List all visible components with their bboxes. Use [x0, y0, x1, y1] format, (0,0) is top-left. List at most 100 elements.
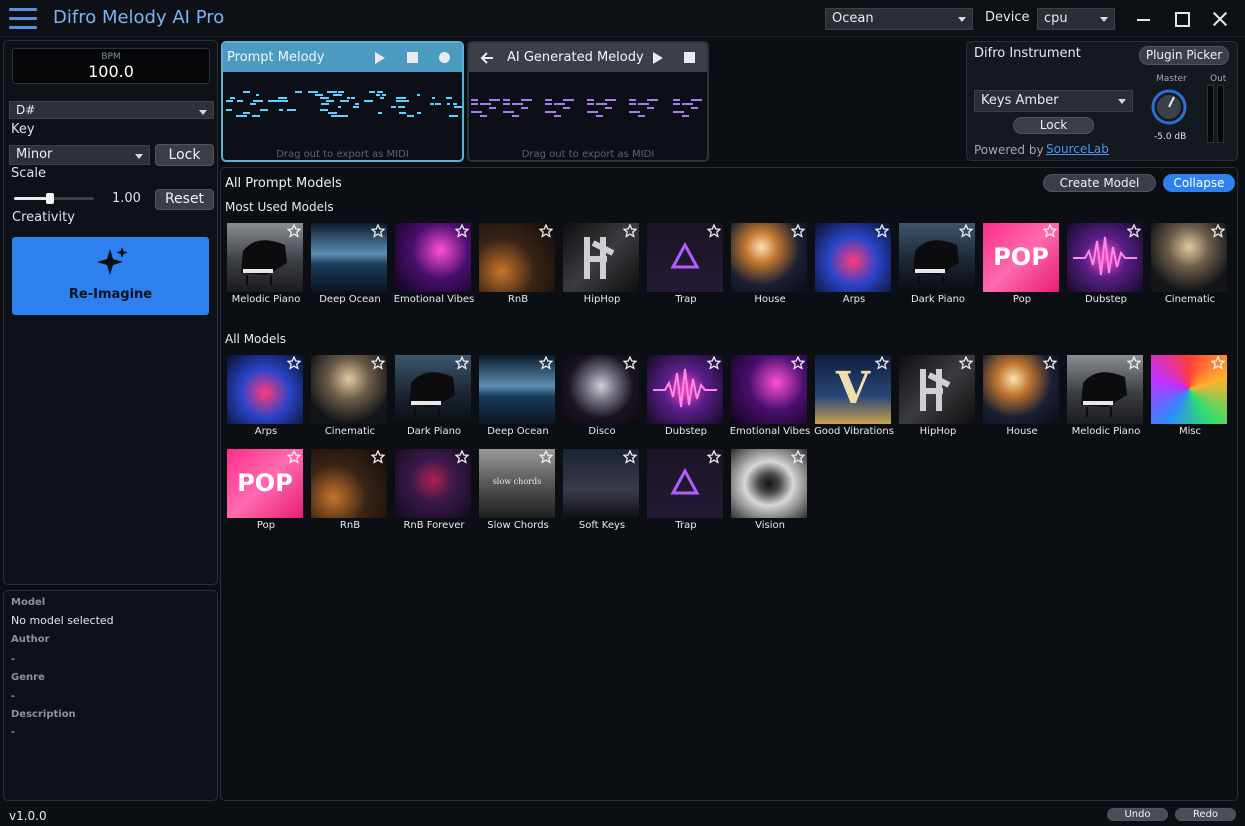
plugin-picker-button[interactable]: Plugin Picker — [1139, 46, 1229, 65]
model-tile[interactable]: Arps — [227, 355, 305, 443]
model-tile[interactable]: Emotional Vibes — [394, 223, 474, 311]
model-tile[interactable]: Dark Piano — [899, 223, 977, 311]
model-tile[interactable]: Deep Ocean — [311, 223, 389, 311]
stop-icon[interactable] — [684, 52, 695, 63]
favorite-star-icon[interactable] — [455, 356, 469, 370]
model-tile[interactable]: HipHop — [899, 355, 977, 443]
key-select[interactable]: D# — [9, 101, 214, 119]
hamburger-menu-icon[interactable] — [9, 8, 37, 30]
model-tile[interactable]: Emotional Vibes — [730, 355, 810, 443]
lock-scale-button[interactable]: Lock — [155, 144, 214, 166]
ai-piano-roll[interactable] — [471, 77, 705, 143]
prompt-melody-panel[interactable]: Prompt Melody Drag out to export as MIDI — [221, 41, 464, 162]
model-tile[interactable]: POP Pop — [983, 223, 1061, 311]
ai-melody-panel[interactable]: AI Generated Melody Drag out to export a… — [467, 41, 709, 162]
favorite-star-icon[interactable] — [1211, 224, 1225, 238]
favorite-star-icon[interactable] — [791, 356, 805, 370]
model-tile[interactable]: RnB — [479, 223, 557, 311]
sourcelab-link[interactable]: SourceLab — [1046, 142, 1109, 156]
midi-note — [243, 115, 247, 117]
instrument-preset-select[interactable]: Keys Amber — [974, 90, 1133, 112]
favorite-star-icon[interactable] — [791, 224, 805, 238]
model-thumbnail — [647, 355, 723, 424]
midi-note — [320, 97, 329, 99]
model-tile[interactable]: House — [983, 355, 1061, 443]
bpm-field[interactable]: BPM 100.0 — [12, 48, 210, 84]
model-tile[interactable]: Deep Ocean — [479, 355, 557, 443]
favorite-star-icon[interactable] — [623, 450, 637, 464]
redo-button[interactable]: Redo — [1175, 808, 1236, 821]
favorite-star-icon[interactable] — [623, 356, 637, 370]
favorite-star-icon[interactable] — [539, 224, 553, 238]
play-icon[interactable] — [653, 52, 663, 64]
model-tile[interactable]: POP Pop — [227, 449, 305, 537]
favorite-star-icon[interactable] — [455, 224, 469, 238]
collapse-button[interactable]: Collapse — [1163, 174, 1235, 192]
model-tile[interactable]: Vision — [731, 449, 809, 537]
model-tile[interactable]: Arps — [815, 223, 893, 311]
model-tile[interactable]: Dubstep — [647, 355, 725, 443]
model-tile[interactable]: RnB Forever — [395, 449, 473, 537]
close-window-icon[interactable] — [1209, 8, 1231, 30]
favorite-star-icon[interactable] — [1043, 356, 1057, 370]
favorite-star-icon[interactable] — [707, 224, 721, 238]
prompt-piano-roll[interactable] — [225, 77, 462, 143]
model-tile[interactable]: Misc — [1151, 355, 1229, 443]
model-thumbnail — [1067, 223, 1143, 292]
model-tile[interactable]: HipHop — [563, 223, 641, 311]
theme-select[interactable]: Ocean — [825, 8, 973, 30]
model-tile[interactable]: V Good Vibrations — [814, 355, 894, 443]
undo-button[interactable]: Undo — [1107, 808, 1168, 821]
minimize-window-icon[interactable] — [1133, 8, 1155, 30]
slider-thumb[interactable] — [46, 193, 54, 204]
favorite-star-icon[interactable] — [539, 450, 553, 464]
creativity-slider[interactable] — [14, 192, 94, 204]
midi-note — [417, 94, 420, 96]
favorite-star-icon[interactable] — [1211, 356, 1225, 370]
device-select[interactable]: cpu — [1037, 8, 1115, 30]
maximize-window-icon[interactable] — [1171, 8, 1193, 30]
favorite-star-icon[interactable] — [623, 224, 637, 238]
model-tile[interactable]: slow chords Slow Chords — [479, 449, 557, 537]
favorite-star-icon[interactable] — [539, 356, 553, 370]
model-tile[interactable]: Soft Keys — [563, 449, 641, 537]
model-tile[interactable]: Cinematic — [311, 355, 389, 443]
model-tile[interactable]: Dubstep — [1067, 223, 1145, 311]
play-icon[interactable] — [375, 52, 385, 64]
favorite-star-icon[interactable] — [875, 224, 889, 238]
model-tile[interactable]: Melodic Piano — [1067, 355, 1145, 443]
model-tile[interactable]: Disco — [563, 355, 641, 443]
model-tile[interactable]: Trap — [647, 223, 725, 311]
reimagine-button[interactable]: Re-Imagine — [12, 237, 209, 315]
favorite-star-icon[interactable] — [287, 224, 301, 238]
stop-icon[interactable] — [407, 52, 418, 63]
favorite-star-icon[interactable] — [791, 450, 805, 464]
model-tile[interactable]: RnB — [311, 449, 389, 537]
favorite-star-icon[interactable] — [1127, 356, 1141, 370]
favorite-star-icon[interactable] — [1127, 224, 1141, 238]
model-tile[interactable]: Cinematic — [1151, 223, 1229, 311]
favorite-star-icon[interactable] — [875, 356, 889, 370]
favorite-star-icon[interactable] — [287, 356, 301, 370]
favorite-star-icon[interactable] — [371, 224, 385, 238]
instrument-lock-button[interactable]: Lock — [1013, 117, 1094, 134]
model-tile[interactable]: House — [731, 223, 809, 311]
model-tile[interactable]: Trap — [647, 449, 725, 537]
favorite-star-icon[interactable] — [371, 450, 385, 464]
favorite-star-icon[interactable] — [1043, 224, 1057, 238]
favorite-star-icon[interactable] — [707, 356, 721, 370]
favorite-star-icon[interactable] — [371, 356, 385, 370]
reset-button[interactable]: Reset — [155, 189, 214, 210]
favorite-star-icon[interactable] — [287, 450, 301, 464]
arrow-left-icon[interactable] — [479, 50, 495, 66]
scale-select[interactable]: Minor — [9, 145, 150, 165]
favorite-star-icon[interactable] — [959, 356, 973, 370]
create-model-button[interactable]: Create Model — [1043, 174, 1156, 192]
favorite-star-icon[interactable] — [959, 224, 973, 238]
favorite-star-icon[interactable] — [455, 450, 469, 464]
favorite-star-icon[interactable] — [707, 450, 721, 464]
model-tile[interactable]: Melodic Piano — [227, 223, 305, 311]
master-volume-knob[interactable] — [1150, 88, 1188, 126]
record-icon[interactable] — [439, 52, 450, 63]
model-tile[interactable]: Dark Piano — [395, 355, 473, 443]
